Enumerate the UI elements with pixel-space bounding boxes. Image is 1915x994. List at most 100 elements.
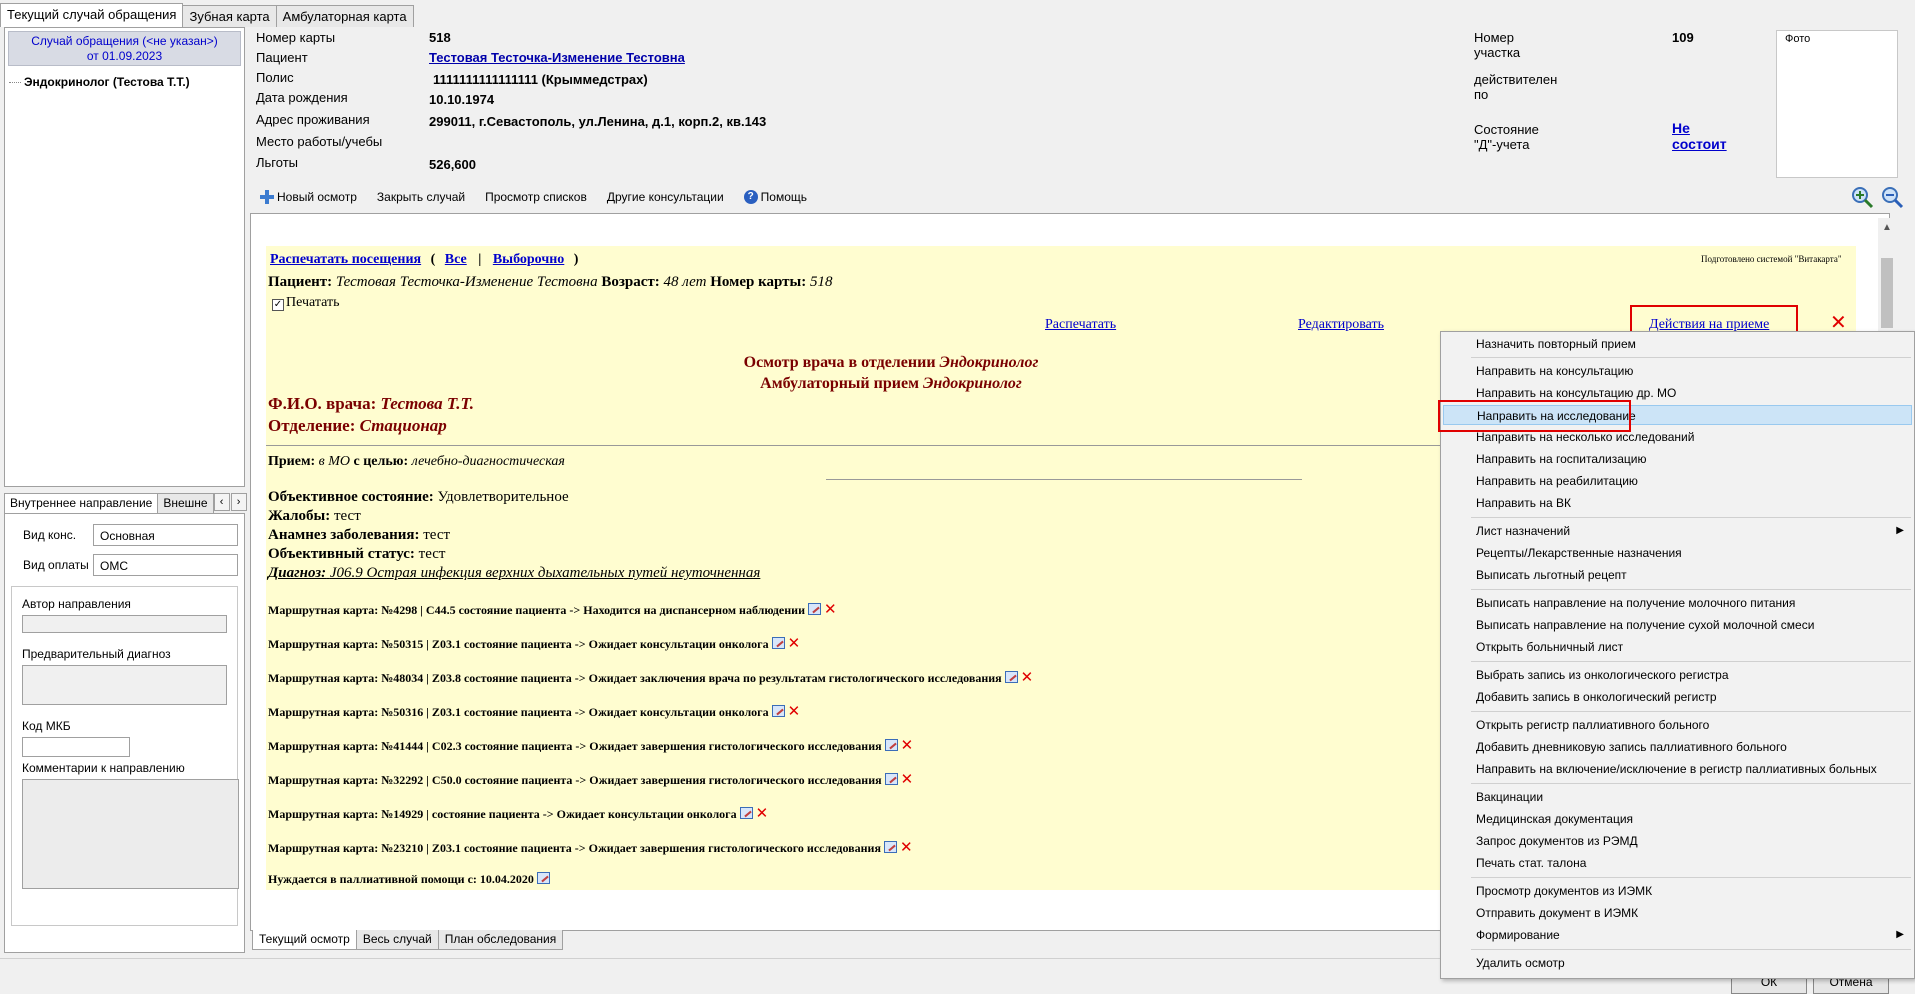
menu-item-medical-docs[interactable]: Медицинская документация xyxy=(1443,809,1912,829)
menu-item-benefit-recipe[interactable]: Выписать льготный рецепт xyxy=(1443,565,1912,585)
menu-item-prescription-list[interactable]: Лист назначений ▶ xyxy=(1443,521,1912,541)
menu-separator xyxy=(1471,877,1911,878)
author-field[interactable] xyxy=(22,615,227,633)
edit-icon[interactable] xyxy=(1004,671,1018,683)
district-value: 109 xyxy=(1672,30,1694,45)
consult-type-field[interactable]: Основная xyxy=(93,524,238,546)
tab-scroll-left-icon[interactable]: ‹ xyxy=(213,493,230,511)
menu-item-iemk-send[interactable]: Отправить документ в ИЭМК xyxy=(1443,903,1912,923)
tab-dental-card[interactable]: Зубная карта xyxy=(182,5,277,27)
delete-icon[interactable]: ✕ xyxy=(824,600,837,618)
menu-item-rehabilitation[interactable]: Направить на реабилитацию xyxy=(1443,471,1912,491)
tab-current-case[interactable]: Текущий случай обращения xyxy=(0,3,184,27)
menu-item-sick-leave[interactable]: Открыть больничный лист xyxy=(1443,637,1912,657)
dob-label: Дата рождения xyxy=(256,90,348,105)
scrollbar-thumb[interactable] xyxy=(1881,258,1893,328)
menu-item-stat-ticket[interactable]: Печать стат. талона xyxy=(1443,853,1912,873)
delete-icon[interactable]: ✕ xyxy=(756,804,769,822)
delete-icon[interactable]: ✕ xyxy=(1021,668,1034,686)
menu-item-hospitalization[interactable]: Направить на госпитализацию xyxy=(1443,449,1912,469)
route-card-row: Маршрутная карта: №41444 | C02.3 состоян… xyxy=(268,736,913,754)
tab-whole-case[interactable]: Весь случай xyxy=(355,930,439,950)
print-visits-row: Распечатать посещения ( Все | Выборочно … xyxy=(270,252,578,268)
other-consults-button[interactable]: Другие консультации xyxy=(607,190,724,204)
delete-icon[interactable]: ✕ xyxy=(901,736,914,754)
edit-icon[interactable] xyxy=(883,841,897,853)
menu-item-vk[interactable]: Направить на ВК xyxy=(1443,493,1912,513)
author-label: Автор направления xyxy=(22,597,131,611)
menu-item-vaccinations[interactable]: Вакцинации xyxy=(1443,787,1912,807)
print-all-link[interactable]: Все xyxy=(445,252,467,267)
menu-item-onco-register-add[interactable]: Добавить запись в онкологический регистр xyxy=(1443,687,1912,707)
edit-icon[interactable] xyxy=(771,637,785,649)
menu-item-onco-register-select[interactable]: Выбрать запись из онкологического регист… xyxy=(1443,665,1912,685)
zoom-in-icon[interactable] xyxy=(1850,185,1874,209)
delete-icon[interactable]: ✕ xyxy=(788,702,801,720)
delete-icon[interactable]: ✕ xyxy=(900,838,913,856)
route-card-text: Маршрутная карта: №50315 | Z03.1 состоян… xyxy=(268,637,769,651)
prepared-by-text: Подготовлено системой "Витакарта" xyxy=(1701,254,1842,264)
payment-type-field[interactable]: ОМС xyxy=(93,554,238,576)
edit-icon[interactable] xyxy=(884,739,898,751)
edit-icon[interactable] xyxy=(536,872,550,884)
exam-title-prefix: Осмотр врача в отделении xyxy=(743,354,936,371)
edit-icon[interactable] xyxy=(771,705,785,717)
d-status-link[interactable]: Не состоит xyxy=(1672,120,1727,152)
print-checkbox-row[interactable]: ✓ Печатать xyxy=(272,295,340,311)
menu-item-palliative-inclusion[interactable]: Направить на включение/исключение в реги… xyxy=(1443,759,1912,779)
patient-name-link[interactable]: Тестовая Тесточка-Изменение Тестовна xyxy=(429,50,685,65)
menu-item-dry-milk-mix[interactable]: Выписать направление на получение сухой … xyxy=(1443,615,1912,635)
menu-item-repeat-visit[interactable]: Назначить повторный прием xyxy=(1443,334,1912,354)
menu-separator xyxy=(1471,949,1911,950)
scroll-up-icon[interactable]: ▲ xyxy=(1882,222,1892,233)
prelim-diag-field[interactable] xyxy=(22,665,227,705)
tree-item-endocrinologist[interactable]: Эндокринолог (Тестова Т.Т.) xyxy=(24,75,190,89)
menu-item-forming[interactable]: Формирование ▶ xyxy=(1443,925,1912,945)
menu-item-recipes[interactable]: Рецепты/Лекарственные назначения xyxy=(1443,543,1912,563)
delete-icon[interactable]: ✕ xyxy=(901,770,914,788)
case-header[interactable]: Случай обращения (<не указан>) от 01.09.… xyxy=(8,31,241,66)
menu-item-consultation[interactable]: Направить на консультацию xyxy=(1443,361,1912,381)
tab-current-exam[interactable]: Текущий осмотр xyxy=(252,930,357,950)
route-card-text: Маршрутная карта: №50316 | Z03.1 состоян… xyxy=(268,705,769,719)
patient-header-line: Пациент: Тестовая Тесточка-Изменение Тес… xyxy=(268,274,832,291)
menu-item-milk-nutrition[interactable]: Выписать направление на получение молочн… xyxy=(1443,593,1912,613)
print-selective-link[interactable]: Выборочно xyxy=(493,252,564,267)
new-exam-button[interactable]: Новый осмотр xyxy=(260,190,357,204)
menu-item-palliative-register[interactable]: Открыть регистр паллиативного больного xyxy=(1443,715,1912,735)
route-card-text: Маршрутная карта: №48034 | Z03.8 состоян… xyxy=(268,671,1002,685)
comments-field[interactable] xyxy=(22,779,239,889)
tab-scroll-right-icon[interactable]: › xyxy=(230,493,247,511)
menu-item-remd-request[interactable]: Запрос документов из РЭМД xyxy=(1443,831,1912,851)
tab-exam-plan[interactable]: План обследования xyxy=(437,930,564,950)
mkb-field[interactable] xyxy=(22,737,130,757)
anamnesis-value: тест xyxy=(423,527,451,543)
menu-item-label: Открыть регистр паллиативного больного xyxy=(1476,718,1710,732)
route-card-text: Маршрутная карта: №14929 | состояние пац… xyxy=(268,807,737,821)
edit-icon[interactable] xyxy=(739,807,753,819)
zoom-out-icon[interactable] xyxy=(1880,185,1904,209)
obj-status-value: тест xyxy=(418,546,446,562)
print-link[interactable]: Распечатать xyxy=(1045,317,1116,333)
department-line: Отделение: Стационар xyxy=(268,416,447,436)
view-lists-button[interactable]: Просмотр списков xyxy=(485,190,587,204)
close-case-button[interactable]: Закрыть случай xyxy=(377,190,465,204)
benefits-label: Льготы xyxy=(256,155,299,170)
menu-item-iemk-view[interactable]: Просмотр документов из ИЭМК xyxy=(1443,881,1912,901)
help-button[interactable]: ? Помощь xyxy=(743,190,807,204)
edit-icon[interactable] xyxy=(884,773,898,785)
menu-item-delete-exam[interactable]: Удалить осмотр xyxy=(1443,953,1912,973)
delete-icon[interactable]: ✕ xyxy=(788,634,801,652)
edit-icon[interactable] xyxy=(808,603,821,615)
edit-link[interactable]: Редактировать xyxy=(1298,317,1384,333)
print-visits-link[interactable]: Распечатать посещения xyxy=(270,252,421,267)
tab-internal-direction[interactable]: Внутреннее направление xyxy=(4,493,159,513)
tab-external-direction[interactable]: Внешне xyxy=(157,493,214,513)
menu-item-label: Направить на консультацию xyxy=(1476,364,1634,378)
menu-item-palliative-diary[interactable]: Добавить дневниковую запись паллиативног… xyxy=(1443,737,1912,757)
route-card-row: Маршрутная карта: №50316 | Z03.1 состоян… xyxy=(268,702,800,720)
tab-outpatient-card[interactable]: Амбулаторная карта xyxy=(275,5,414,27)
print-checkbox[interactable]: ✓ xyxy=(272,299,284,311)
print-checkbox-label: Печатать xyxy=(286,295,340,310)
menu-item-label: Направить на включение/исключение в реги… xyxy=(1476,762,1877,776)
